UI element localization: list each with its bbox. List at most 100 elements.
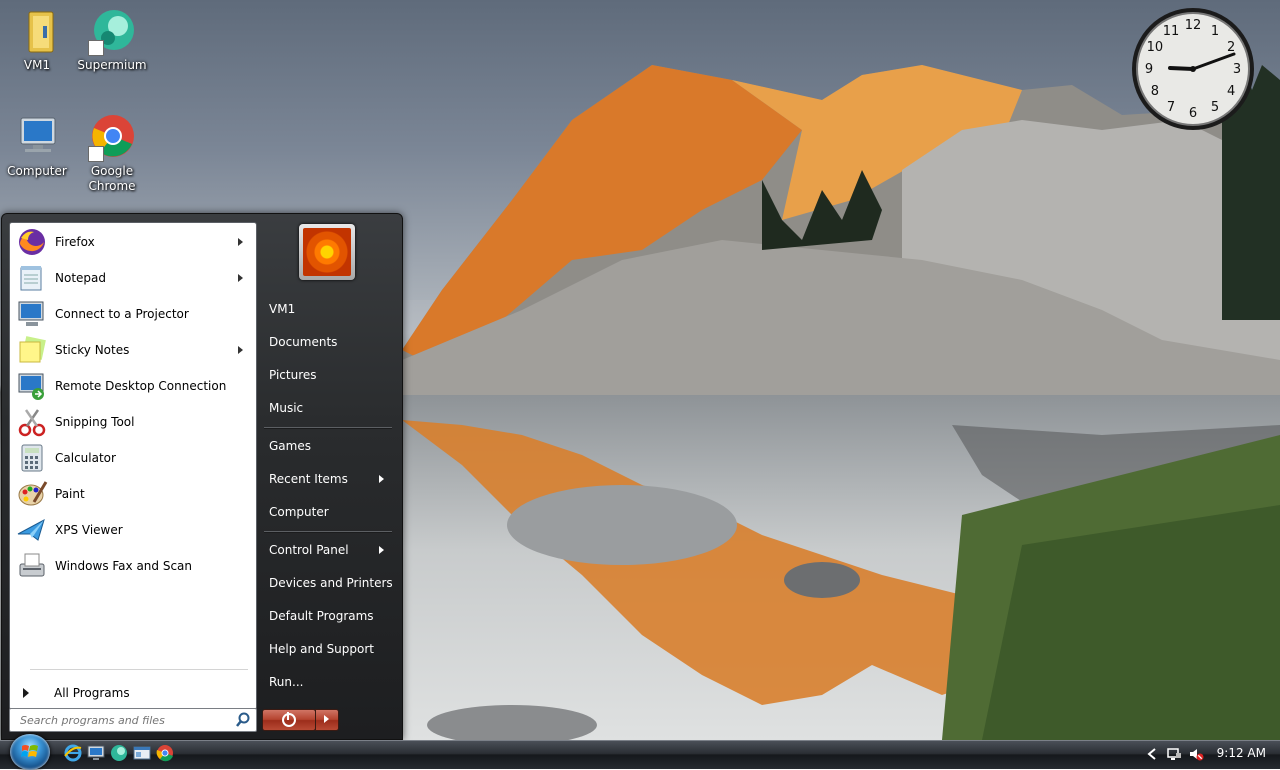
all-programs-button[interactable]: All Programs	[16, 681, 252, 705]
start-right-item-label: Help and Support	[269, 642, 374, 656]
start-right-item-label: Games	[269, 439, 311, 453]
projector-icon	[16, 298, 48, 330]
program-item-snipping-tool[interactable]: Snipping Tool	[13, 405, 253, 439]
start-right-item-label: Computer	[269, 505, 329, 519]
chrome-icon[interactable]	[156, 744, 174, 762]
program-item-xps-viewer[interactable]: XPS Viewer	[13, 513, 253, 547]
user-account-picture[interactable]	[299, 224, 355, 280]
desktop-icon-google-chrome[interactable]: Google Chrome	[74, 114, 150, 194]
calculator-icon	[16, 442, 48, 474]
clock-gadget[interactable]: 12 1234567891011	[1130, 6, 1256, 132]
program-label: Calculator	[55, 451, 116, 465]
start-right-item-recent-items[interactable]: Recent Items	[260, 466, 394, 492]
shortcut-arrow-icon	[88, 40, 104, 56]
start-menu-programs-pane: Firefox Notepad Connect to a Projector Stic…	[9, 222, 257, 710]
start-right-item-default-programs[interactable]: Default Programs	[260, 603, 394, 629]
program-label: Connect to a Projector	[55, 307, 189, 321]
program-item-sticky-notes[interactable]: Sticky Notes	[13, 333, 253, 367]
show-hidden-icons-icon[interactable]	[1144, 746, 1160, 762]
program-label: Remote Desktop Connection	[55, 379, 227, 393]
submenu-arrow-icon[interactable]	[238, 274, 243, 282]
supermium-icon[interactable]	[110, 744, 128, 762]
start-right-item-label: Default Programs	[269, 609, 374, 623]
firefox-icon	[16, 226, 48, 258]
start-right-item-music[interactable]: Music	[260, 395, 394, 421]
start-right-item-label: Devices and Printers	[269, 576, 393, 590]
desktop-icon-label: Computer	[7, 164, 67, 178]
submenu-arrow-icon[interactable]	[238, 346, 243, 354]
start-right-item-label: Pictures	[269, 368, 317, 382]
start-right-item-vm1[interactable]: VM1	[260, 296, 394, 322]
program-item-windows-fax-and-scan[interactable]: Windows Fax and Scan	[13, 549, 253, 583]
search-input[interactable]	[18, 711, 232, 729]
clock-number: 12	[1185, 18, 1202, 33]
clock-number: 1	[1211, 24, 1219, 39]
clock-number: 4	[1227, 84, 1235, 99]
start-right-item-pictures[interactable]: Pictures	[260, 362, 394, 388]
clock-number: 11	[1163, 24, 1180, 39]
program-item-remote-desktop-connection[interactable]: Remote Desktop Connection	[13, 369, 253, 403]
taskbar-clock[interactable]: 9:12 AM	[1217, 746, 1266, 760]
clock-number: 8	[1151, 84, 1159, 99]
start-right-item-help-and-support[interactable]: Help and Support	[260, 636, 394, 662]
internet-explorer-icon[interactable]	[64, 744, 82, 762]
start-search-box[interactable]	[9, 708, 257, 732]
paint-icon	[16, 478, 48, 510]
right-column-separator	[264, 531, 392, 533]
clock-hour-hand	[1168, 66, 1195, 71]
desktop-icon-vm1[interactable]: VM1	[0, 8, 75, 73]
clock-number: 7	[1167, 100, 1175, 115]
program-item-calculator[interactable]: Calculator	[13, 441, 253, 475]
desktop-icon-label: Google Chrome	[88, 164, 136, 193]
shortcut-arrow-icon	[88, 146, 104, 162]
program-label: Notepad	[55, 271, 106, 285]
flower-icon	[303, 228, 351, 276]
right-column-separator	[264, 427, 392, 429]
search-icon	[236, 712, 250, 727]
start-right-item-computer[interactable]: Computer	[260, 499, 394, 525]
folder-icon	[13, 8, 61, 56]
wallpaper-reflection	[402, 420, 1280, 740]
programs-separator	[30, 669, 248, 670]
start-right-item-games[interactable]: Games	[260, 433, 394, 459]
program-label: Firefox	[55, 235, 95, 249]
start-right-item-devices-and-printers[interactable]: Devices and Printers	[260, 570, 394, 596]
start-menu: Firefox Notepad Connect to a Projector Stic…	[1, 213, 403, 740]
start-right-item-control-panel[interactable]: Control Panel	[260, 537, 394, 563]
snipping-tool-icon	[16, 406, 48, 438]
triangle-right-icon	[324, 715, 329, 723]
remote-desktop-icon[interactable]	[87, 744, 105, 762]
start-right-item-label: VM1	[269, 302, 296, 316]
program-label: Sticky Notes	[55, 343, 130, 357]
start-right-item-label: Control Panel	[269, 543, 349, 557]
start-right-item-label: Recent Items	[269, 472, 348, 486]
submenu-arrow-icon[interactable]	[379, 475, 384, 483]
submenu-arrow-icon[interactable]	[379, 546, 384, 554]
shutdown-options-button[interactable]	[315, 709, 339, 731]
program-item-connect-to-a-projector[interactable]: Connect to a Projector	[13, 297, 253, 331]
program-item-firefox[interactable]: Firefox	[13, 225, 253, 259]
network-icon[interactable]	[1166, 746, 1182, 762]
windows-logo-icon	[21, 745, 38, 757]
program-label: Windows Fax and Scan	[55, 559, 193, 573]
program-item-notepad[interactable]: Notepad	[13, 261, 253, 295]
sticky-notes-icon	[16, 334, 48, 366]
program-label: XPS Viewer	[55, 523, 123, 537]
shutdown-button[interactable]	[262, 709, 316, 731]
start-right-item-run[interactable]: Run...	[260, 669, 394, 695]
start-right-item-documents[interactable]: Documents	[260, 329, 394, 355]
triangle-right-icon	[23, 688, 29, 698]
desktop-icon-supermium[interactable]: Supermium	[74, 8, 150, 73]
program-label: Snipping Tool	[55, 415, 135, 429]
desktop-icon-computer[interactable]: Computer	[0, 114, 75, 179]
xps-viewer-icon	[16, 514, 48, 546]
start-button[interactable]	[10, 734, 50, 770]
supermium-icon	[88, 8, 136, 56]
clock-number: 10	[1147, 40, 1164, 55]
volume-muted-icon[interactable]	[1188, 746, 1204, 762]
program-item-paint[interactable]: Paint	[13, 477, 253, 511]
program-label: Paint	[55, 487, 85, 501]
clock-number: 3	[1233, 62, 1241, 77]
submenu-arrow-icon[interactable]	[238, 238, 243, 246]
explorer-icon[interactable]	[133, 744, 151, 762]
